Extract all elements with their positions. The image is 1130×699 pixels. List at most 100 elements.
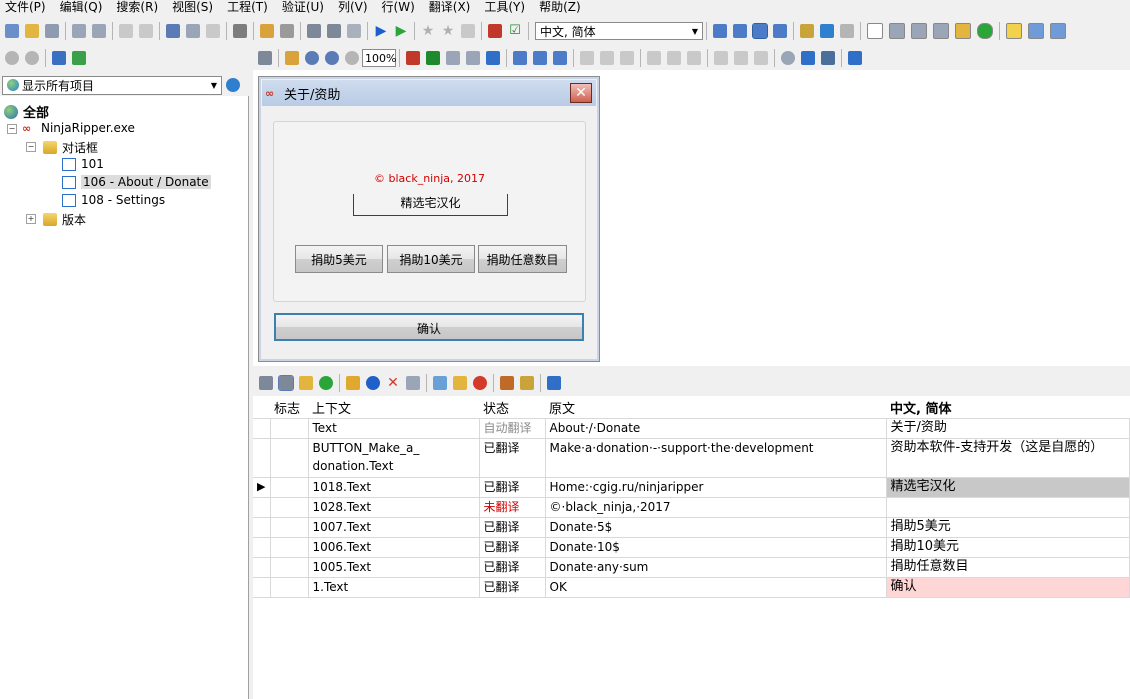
lock-icon[interactable]	[346, 376, 360, 390]
tree-item-106[interactable]: 106 - About / Donate	[62, 175, 211, 189]
options-icon[interactable]	[327, 24, 341, 38]
grid-icon[interactable]	[801, 51, 815, 65]
tree-node-version[interactable]: 版本	[43, 211, 86, 228]
align-right-icon[interactable]	[620, 51, 634, 65]
paste-icon[interactable]	[206, 24, 220, 38]
align-top-icon[interactable]	[647, 51, 661, 65]
row-target[interactable]: 资助本软件-支持开发（这是自愿的）	[885, 438, 1130, 478]
size-width-icon[interactable]	[714, 51, 728, 65]
view-3-icon[interactable]	[553, 51, 567, 65]
export-icon[interactable]	[547, 376, 561, 390]
menu-project[interactable]: 工程(T)	[222, 0, 277, 16]
filter-icon[interactable]	[800, 24, 814, 38]
undo-icon[interactable]	[119, 24, 133, 38]
align-bottom-icon[interactable]	[687, 51, 701, 65]
page-gear-icon[interactable]	[911, 23, 927, 39]
gear-icon[interactable]	[278, 375, 294, 391]
find-icon[interactable]	[233, 24, 247, 38]
table-row[interactable]: 1005.Text 已翻译 Donate·any·sum 捐助任意数目	[253, 557, 1130, 578]
key-search-icon[interactable]	[1028, 23, 1044, 39]
report-icon[interactable]	[488, 24, 502, 38]
row-target[interactable]: 精选宅汉化	[885, 477, 1130, 498]
size-both-icon[interactable]	[754, 51, 768, 65]
donate-5-button[interactable]: 捐助5美元	[295, 245, 383, 273]
new-project-icon[interactable]	[5, 24, 19, 38]
column-header-source[interactable]: 原文	[545, 396, 886, 419]
collapse-icon[interactable]: −	[26, 142, 36, 152]
table-row[interactable]: Text 自动翻译 About·/·Donate 关于/资助	[253, 418, 1130, 439]
donate-10-button[interactable]: 捐助10美元	[387, 245, 475, 273]
dialog-report-icon[interactable]	[406, 51, 420, 65]
open-project-icon[interactable]	[25, 24, 39, 38]
zoom-in-icon[interactable]	[305, 51, 319, 65]
forward-icon[interactable]	[25, 51, 39, 65]
menu-help[interactable]: 帮助(Z)	[534, 0, 590, 16]
check-icon[interactable]: ☑	[508, 24, 522, 38]
ok-circle-icon[interactable]	[977, 23, 993, 39]
puzzle-icon[interactable]	[72, 51, 86, 65]
print-icon[interactable]	[92, 24, 106, 38]
size-height-icon[interactable]	[734, 51, 748, 65]
stop-icon[interactable]	[473, 376, 487, 390]
notes-icon[interactable]	[299, 376, 313, 390]
filter-icon[interactable]	[520, 376, 534, 390]
language-select[interactable]: 中文, 简体 ▼	[535, 22, 703, 40]
back-icon[interactable]	[5, 51, 19, 65]
tree-node-exe[interactable]: ∞ NinjaRipper.exe	[22, 121, 135, 135]
table-row[interactable]: 1.Text 已翻译 OK 确认	[253, 577, 1130, 598]
edit-icon[interactable]	[433, 376, 447, 390]
align-middle-icon[interactable]	[667, 51, 681, 65]
info-icon[interactable]	[366, 376, 380, 390]
settings-icon[interactable]	[307, 24, 321, 38]
view-1-icon[interactable]	[513, 51, 527, 65]
expand-icon[interactable]: +	[26, 214, 36, 224]
cut-icon[interactable]	[166, 24, 180, 38]
view-2-icon[interactable]	[533, 51, 547, 65]
page-icon[interactable]	[867, 23, 883, 39]
menu-tools[interactable]: 工具(Y)	[479, 0, 534, 16]
menu-translate[interactable]: 翻译(X)	[424, 0, 480, 16]
table-row[interactable]: 1007.Text 已翻译 Donate·5$ 捐助5美元	[253, 517, 1130, 538]
redo-icon[interactable]	[139, 24, 153, 38]
bookmark-icon[interactable]	[461, 24, 475, 38]
gear-icon[interactable]	[933, 23, 949, 39]
menu-column[interactable]: 列(V)	[333, 0, 377, 16]
ok-button[interactable]: 确认	[274, 313, 584, 341]
row-target[interactable]: 确认	[885, 577, 1130, 598]
table-row[interactable]: 1006.Text 已翻译 Donate·10$ 捐助10美元	[253, 537, 1130, 558]
zoom-out-icon[interactable]	[325, 51, 339, 65]
dialog-props-icon[interactable]	[446, 51, 460, 65]
layout-2-icon[interactable]	[733, 24, 747, 38]
refresh-icon[interactable]	[226, 78, 240, 92]
menu-row[interactable]: 行(W)	[377, 0, 424, 16]
row-target[interactable]	[885, 497, 1130, 518]
mouse-icon[interactable]	[781, 51, 795, 65]
copy-icon[interactable]	[186, 24, 200, 38]
table-row-selected[interactable]: ▶ 1018.Text 已翻译 Home:·cgig.ru/ninjarippe…	[253, 477, 1130, 498]
dialog-preview[interactable]: ∞ 关于/资助 ✕ © black_ninja, 2017 精选宅汉化 捐助5美…	[258, 76, 600, 362]
dialog-check-icon[interactable]	[426, 51, 440, 65]
layout-horizontal-icon[interactable]	[752, 23, 768, 39]
align-center-icon[interactable]	[600, 51, 614, 65]
page-settings-icon[interactable]	[889, 23, 905, 39]
edit-notes-icon[interactable]	[453, 376, 467, 390]
notes-icon[interactable]	[955, 23, 971, 39]
database-icon[interactable]	[406, 376, 420, 390]
save-icon[interactable]	[45, 24, 59, 38]
column-header-context[interactable]: 上下文	[308, 396, 479, 419]
star-add-icon[interactable]: ★	[441, 24, 455, 38]
ok-circle-icon[interactable]	[319, 376, 333, 390]
column-header-target[interactable]: 中文, 简体	[886, 396, 1130, 419]
tools-icon[interactable]	[347, 24, 361, 38]
menu-edit[interactable]: 编辑(Q)	[55, 0, 112, 16]
delete-icon[interactable]: ✕	[386, 376, 400, 390]
print-preview-icon[interactable]	[72, 24, 86, 38]
row-target[interactable]: 捐助10美元	[885, 537, 1130, 558]
zoom-level[interactable]: 100%	[362, 49, 396, 67]
run-translated-icon[interactable]: ▶	[394, 24, 408, 38]
refresh-icon[interactable]	[820, 24, 834, 38]
layout-vertical-icon[interactable]	[773, 24, 787, 38]
tree-item-108[interactable]: 108 - Settings	[62, 193, 165, 207]
table-row[interactable]: BUTTON_Make_a_ donation.Text 已翻译 Make·a·d…	[253, 438, 1130, 478]
key-icon[interactable]	[1006, 23, 1022, 39]
